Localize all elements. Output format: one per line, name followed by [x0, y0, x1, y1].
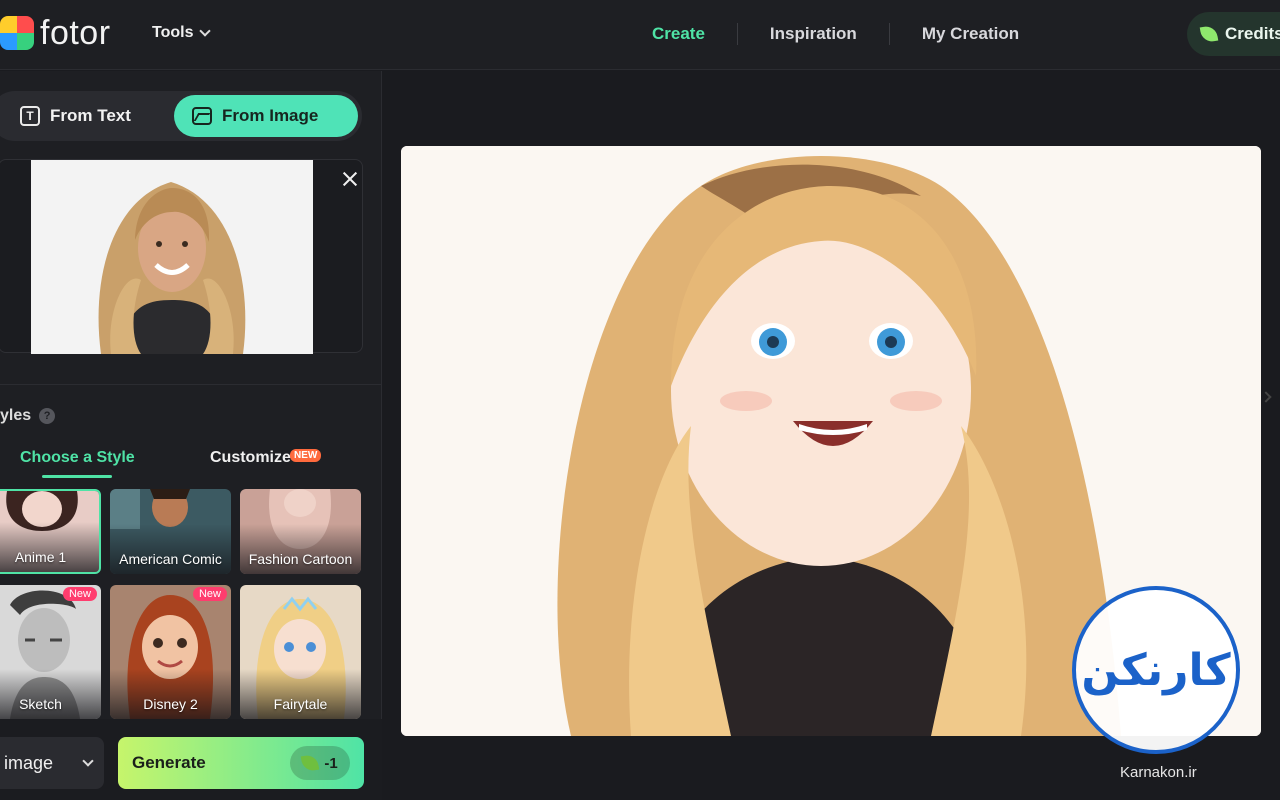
help-icon[interactable]: ? — [39, 408, 56, 424]
from-text-button[interactable]: T From Text — [2, 95, 149, 137]
credits-label: Credits — [1225, 24, 1280, 43]
style-grid: Anime 1 American Comic Fashion Cartoon N… — [0, 489, 382, 719]
styles-heading: yles ? — [0, 407, 56, 425]
from-image-button[interactable]: From Image — [174, 95, 358, 137]
style-card-label: Disney 2 — [143, 696, 198, 712]
new-badge: New — [62, 587, 97, 601]
credits-button[interactable]: Credits — [1187, 12, 1280, 56]
style-card-label: Sketch — [19, 696, 62, 712]
nav-inspiration[interactable]: Inspiration — [738, 22, 889, 46]
uploaded-photo — [31, 160, 313, 354]
leaf-icon — [301, 753, 320, 773]
chevron-down-icon — [82, 755, 94, 767]
style-card-fairytale[interactable]: Fairytale — [240, 585, 361, 719]
from-image-label: From Image — [222, 106, 319, 125]
style-card-label: Fairytale — [273, 696, 328, 712]
fotor-logo[interactable]: fotor — [0, 16, 111, 50]
tab-customize[interactable]: Customize — [210, 449, 291, 467]
style-card-sketch[interactable]: New Sketch — [0, 585, 101, 719]
generate-label: Generate — [132, 753, 206, 772]
active-tab-indicator — [42, 475, 112, 478]
section-divider — [0, 384, 382, 385]
style-card-disney-2[interactable]: New Disney 2 — [110, 585, 231, 719]
left-panel: T From Text From Image yles ? Choose a S… — [0, 71, 382, 800]
fotor-logo-icon — [0, 16, 34, 50]
tools-menu[interactable]: Tools — [152, 24, 212, 42]
style-card-label: Fashion Cartoon — [248, 551, 353, 567]
tools-label: Tools — [152, 24, 194, 41]
style-card-anime-1[interactable]: Anime 1 — [0, 489, 101, 574]
from-text-label: From Text — [50, 106, 131, 125]
output-count-select[interactable]: image — [0, 737, 104, 789]
generate-button[interactable]: Generate -1 — [118, 737, 364, 789]
chevron-down-icon — [199, 25, 212, 37]
leaf-icon — [1199, 24, 1219, 44]
style-card-label: Anime 1 — [14, 549, 67, 565]
remove-image-close-icon[interactable] — [339, 168, 361, 190]
customize-new-badge: NEW — [290, 449, 322, 462]
style-card-american-comic[interactable]: American Comic — [110, 489, 231, 574]
credit-cost: -1 — [290, 746, 350, 780]
image-icon — [192, 107, 212, 125]
nav-create[interactable]: Create — [620, 22, 737, 46]
text-icon: T — [20, 106, 40, 126]
tab-choose-a-style[interactable]: Choose a Style — [20, 449, 135, 467]
select-value: image — [4, 752, 54, 773]
brand-name: fotor — [40, 14, 111, 52]
top-bar: fotor Tools Create Inspiration My Creati… — [0, 0, 1280, 70]
style-card-fashion-cartoon[interactable]: Fashion Cartoon — [240, 489, 361, 574]
nav-my-creation[interactable]: My Creation — [890, 22, 1051, 46]
new-badge: New — [192, 587, 227, 601]
style-card-label: American Comic — [119, 551, 222, 567]
karnakon-watermark-logo: کارنکن — [1072, 586, 1240, 754]
styles-title: yles — [0, 407, 32, 424]
cost-value: -1 — [324, 754, 338, 772]
generate-bar: image Generate -1 — [0, 719, 382, 800]
mode-toggle: T From Text From Image — [0, 91, 362, 141]
main-nav: Create Inspiration My Creation — [620, 22, 1051, 46]
watermark-logo-text: کارنکن — [1081, 644, 1231, 696]
watermark-text: Karnakon.ir — [1120, 764, 1197, 781]
uploaded-image-box — [0, 159, 363, 354]
